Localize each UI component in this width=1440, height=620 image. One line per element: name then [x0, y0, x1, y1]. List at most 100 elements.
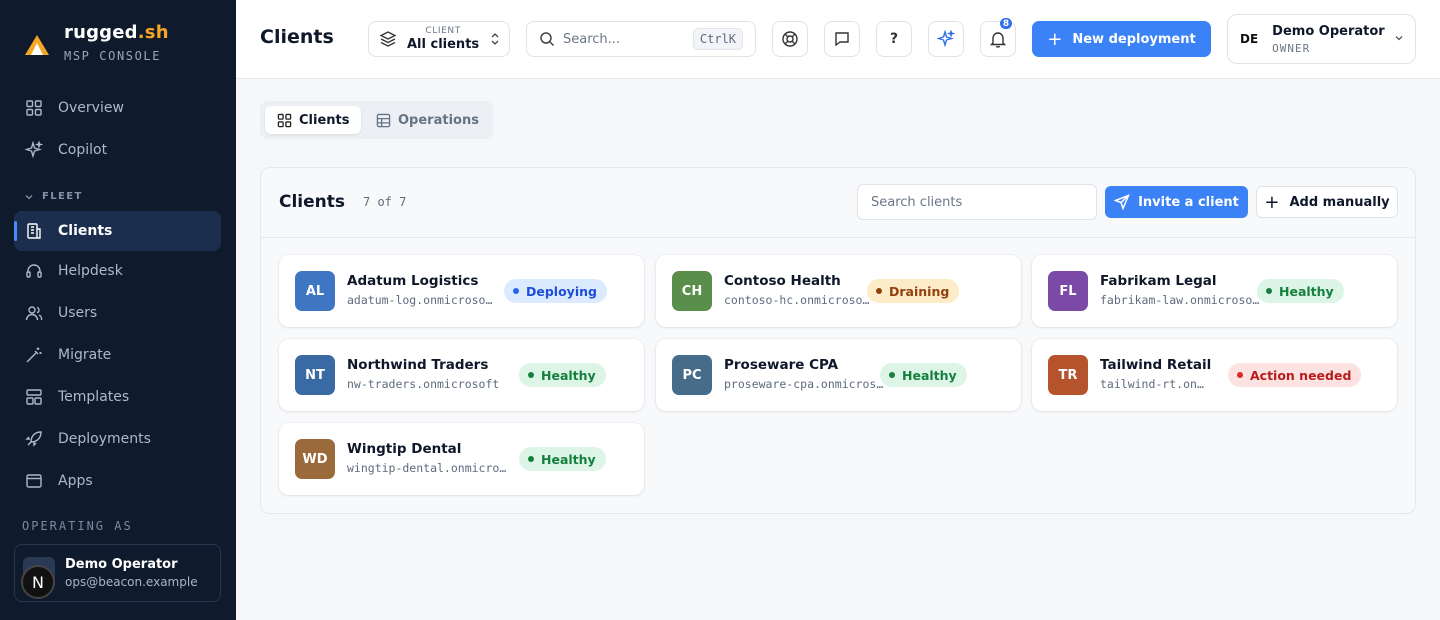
sparkle-icon [24, 140, 44, 160]
top-header: Clients CLIENT All clients Search... Ctr… [236, 0, 1440, 79]
status-dot [513, 288, 519, 294]
panel-header: Clients 7 of 7 Search clients Invite a c… [261, 168, 1415, 238]
search-shortcut: CtrlK [692, 28, 743, 50]
lifebuoy-icon [782, 31, 798, 47]
brand[interactable]: rugged.sh MSP CONSOLE [24, 22, 169, 63]
tab-clients[interactable]: Clients [265, 106, 362, 134]
status-label: Healthy [541, 367, 596, 383]
users-icon [24, 303, 44, 323]
sidebar-item-migrate[interactable]: Migrate [14, 335, 221, 375]
wand-icon [24, 345, 44, 365]
client-card[interactable]: TR Tailwind Retail tailwind-rt.onmicrosoft… [1032, 339, 1397, 411]
status-badge: Healthy [880, 363, 967, 387]
panel-title: Clients [279, 192, 346, 212]
sidebar-item-clients[interactable]: Clients [14, 211, 221, 251]
client-select[interactable]: CLIENT All clients [368, 21, 510, 57]
client-select-value: All clients [407, 37, 480, 52]
grid-icon [277, 113, 292, 127]
chevron-down-icon [25, 194, 33, 199]
sidebar: rugged.sh MSP CONSOLE Overview Copilot F… [0, 0, 236, 620]
client-name: Adatum Logistics [347, 273, 479, 289]
user-menu[interactable]: DE Demo Operator OWNER [1227, 14, 1416, 64]
sidebar-item-label: Overview [58, 100, 124, 116]
client-card[interactable]: PC Proseware CPA proseware-cpa.onmicrosoft… [656, 339, 1021, 411]
sidebar-item-helpdesk[interactable]: Helpdesk [14, 251, 221, 291]
plus-icon: + [1047, 28, 1063, 50]
bell-icon [989, 32, 1007, 48]
global-search[interactable]: Search... CtrlK [526, 21, 756, 57]
sidebar-item-users[interactable]: Users [14, 293, 221, 333]
messages-button[interactable] [824, 21, 860, 57]
client-name: Tailwind Retail [1100, 357, 1212, 373]
add-manually-button[interactable]: + Add manually [1256, 186, 1398, 218]
status-dot [1237, 372, 1243, 378]
sidebar-item-apps[interactable]: Apps [14, 461, 221, 501]
support-button[interactable] [772, 21, 808, 57]
page-title: Clients [260, 26, 334, 48]
new-deployment-button[interactable]: + New deployment [1032, 21, 1211, 57]
sidebar-item-label: Templates [58, 389, 130, 405]
sidebar-item-overview[interactable]: Overview [14, 88, 221, 128]
status-label: Deploying [526, 283, 597, 299]
client-card[interactable]: FL Fabrikam Legal fabrikam-law.onmicrosoft… [1032, 255, 1397, 327]
status-badge: Action needed [1228, 363, 1362, 387]
tab-operations[interactable]: Operations [364, 106, 491, 134]
status-dot [528, 372, 534, 378]
client-domain: proseware-cpa.onmicrosoft.com [724, 377, 884, 391]
notification-count: 8 [999, 17, 1013, 30]
sidebar-item-label: Deployments [58, 431, 151, 447]
client-avatar: AL [295, 271, 335, 311]
brand-name: rugged.sh [64, 22, 169, 43]
sidebar-item-deployments[interactable]: Deployments [14, 419, 221, 459]
client-search-input[interactable]: Search clients [857, 184, 1097, 220]
client-domain: tailwind-rt.onmicrosoft.com [1100, 377, 1210, 391]
status-dot [1266, 288, 1272, 294]
invite-client-button[interactable]: Invite a client [1105, 186, 1248, 218]
window-icon [24, 471, 44, 491]
notifications-button[interactable]: 8 [980, 17, 1016, 57]
client-card[interactable]: WD Wingtip Dental wingtip-dental.onmicroso… [279, 423, 644, 495]
client-avatar: WD [295, 439, 335, 479]
n-badge[interactable]: N [21, 565, 55, 599]
status-badge: Draining [867, 279, 960, 303]
table-icon [376, 113, 391, 127]
sidebar-item-label: Clients [58, 223, 113, 239]
sidebar-item-templates[interactable]: Templates [14, 377, 221, 417]
sidebar-item-label: Users [58, 305, 98, 321]
chevron-down-icon [1395, 36, 1403, 41]
building-icon [24, 221, 44, 241]
status-dot [528, 456, 534, 462]
status-badge: Healthy [519, 363, 606, 387]
rocket-icon [24, 429, 44, 449]
client-card[interactable]: NT Northwind Traders nw-traders.onmicrosof… [279, 339, 644, 411]
operator-card[interactable]: N Demo Operator ops@beacon.example [14, 544, 221, 602]
client-name: Contoso Health [724, 273, 841, 289]
ai-assist-button[interactable] [928, 21, 964, 57]
client-name: Wingtip Dental [347, 441, 462, 457]
clients-panel: Clients 7 of 7 Search clients Invite a c… [260, 167, 1416, 514]
search-placeholder: Search... [563, 31, 621, 47]
sidebar-item-label: Helpdesk [58, 263, 123, 279]
help-button[interactable]: ? [876, 21, 912, 57]
client-card[interactable]: AL Adatum Logistics adatum-log.onmicrosoft… [279, 255, 644, 327]
plus-icon: + [1264, 191, 1280, 213]
client-avatar: TR [1048, 355, 1088, 395]
status-label: Healthy [902, 367, 957, 383]
client-domain: contoso-hc.onmicrosoft.com [724, 293, 876, 307]
status-dot [889, 372, 895, 378]
status-badge: Deploying [504, 279, 607, 303]
client-domain: fabrikam-law.onmicrosoft.com [1100, 293, 1260, 307]
grid-icon [24, 98, 44, 118]
sidebar-item-label: Apps [58, 473, 93, 489]
search-icon [540, 32, 555, 47]
sidebar-item-label: Copilot [58, 142, 108, 158]
brand-subtitle: MSP CONSOLE [64, 49, 162, 63]
client-avatar: NT [295, 355, 335, 395]
client-card[interactable]: CH Contoso Health contoso-hc.onmicrosoft.c… [656, 255, 1021, 327]
section-label-fleet[interactable]: FLEET [24, 191, 83, 202]
message-icon [835, 32, 849, 47]
client-name: Proseware CPA [724, 357, 839, 373]
sidebar-item-copilot[interactable]: Copilot [14, 130, 221, 170]
operator-email: ops@beacon.example [65, 575, 198, 589]
client-domain: nw-traders.onmicrosoft [347, 377, 500, 391]
